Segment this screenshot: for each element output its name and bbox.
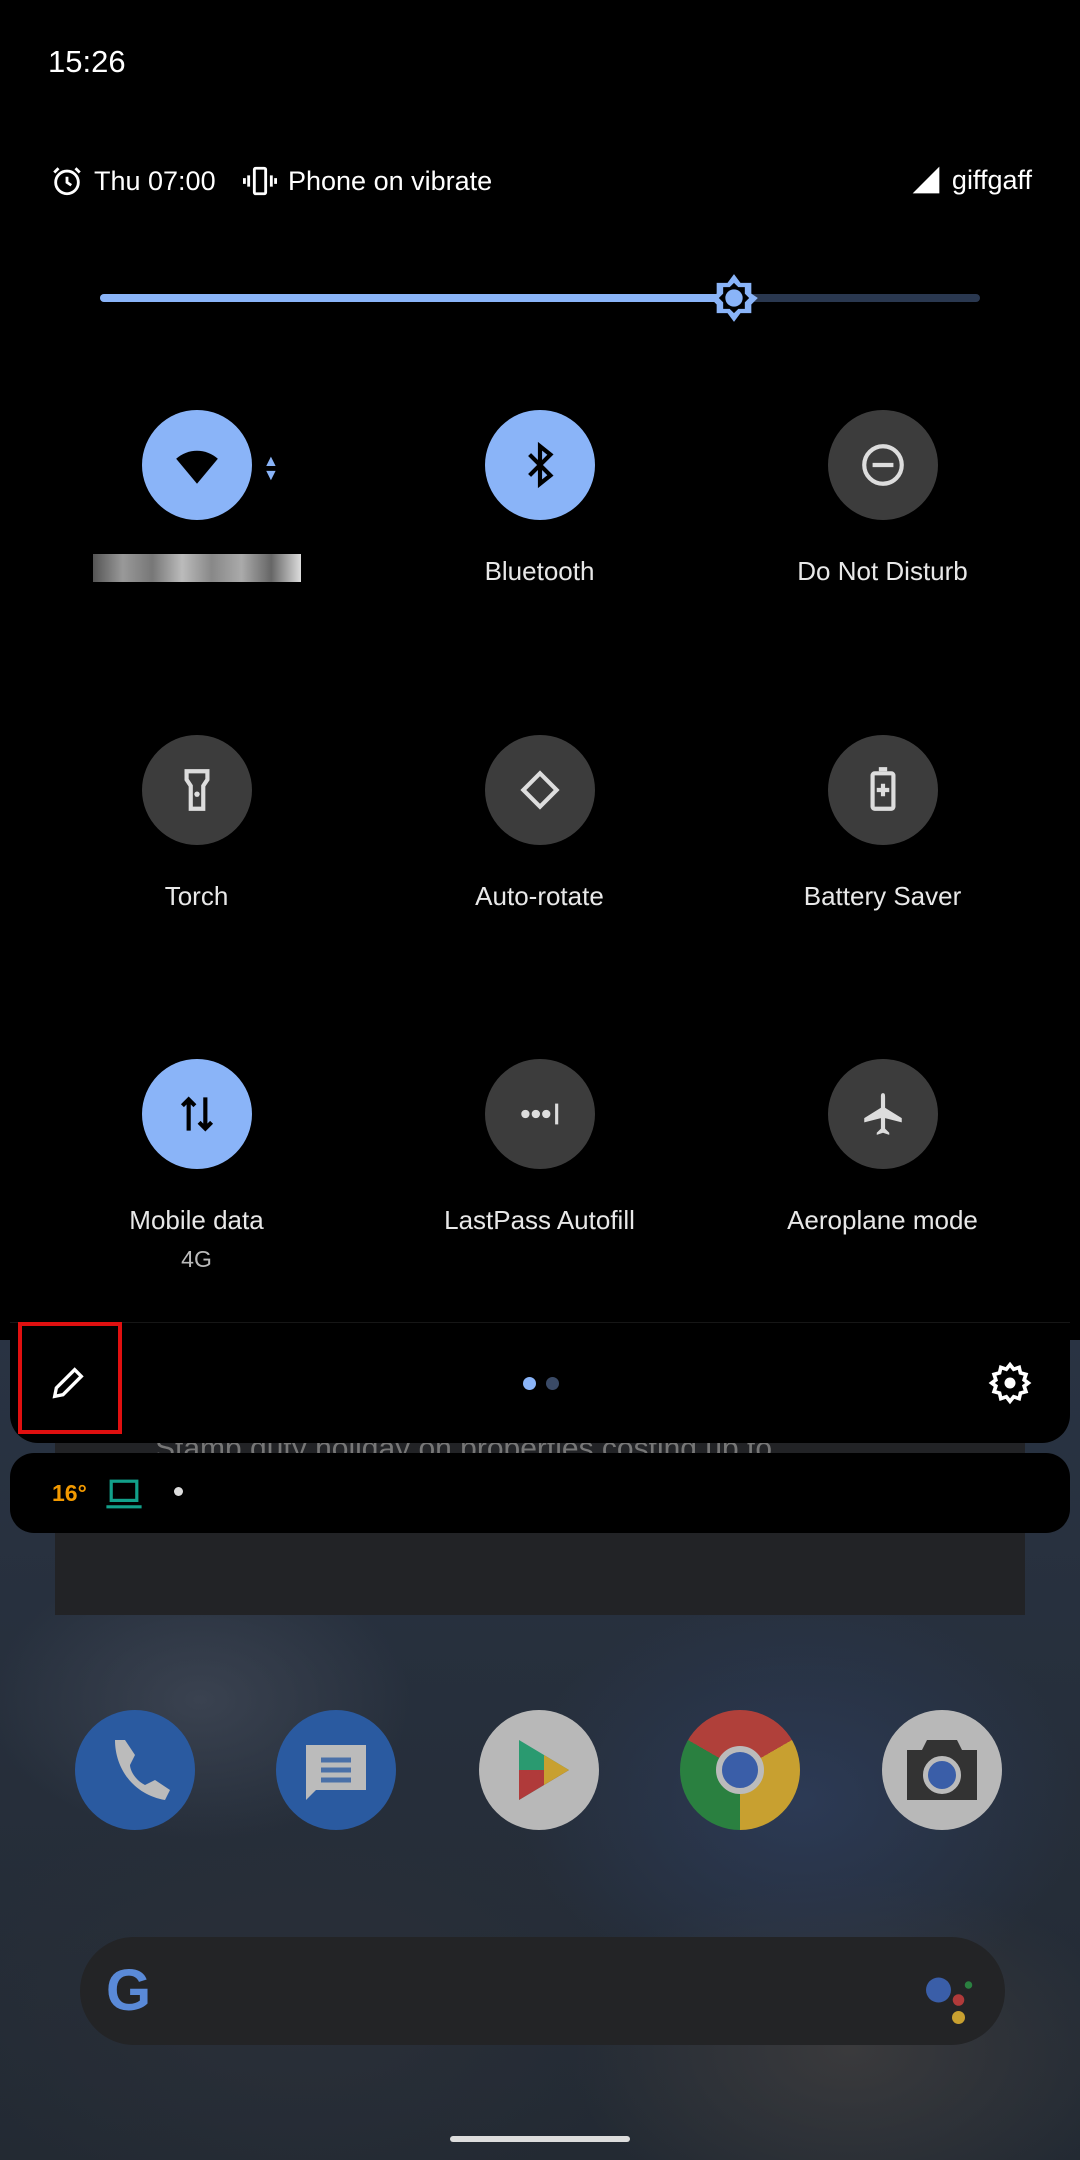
tile-wifi[interactable] [25,410,368,582]
brightness-fill [100,294,734,302]
tile-aeroplane-mode[interactable]: Aeroplane mode [711,1059,1054,1236]
tile-circle[interactable] [484,1059,595,1169]
alarm-icon [53,167,81,196]
dnd-icon [861,444,904,486]
wifi-activity-icon: ▲ ▼ [263,453,279,484]
notification-strip[interactable] [10,1453,1070,1533]
ringer-info[interactable]: Phone on vibrate [242,164,492,198]
laptop-icon [106,1479,142,1509]
vibrate-icon [243,166,277,196]
phone-icon [115,1740,170,1800]
tile-bluetooth[interactable]: Bluetooth [368,410,711,587]
assistant-icon[interactable] [921,1965,981,2025]
tile-label: Battery Saver [803,881,962,911]
tile-label: LastPass Autofill [444,1205,635,1235]
camera-icon [907,1740,977,1800]
lastpass-icon [520,1103,558,1125]
battery-icon [870,767,895,811]
alarm-info[interactable]: Thu 07:00 [50,164,216,198]
tile-battery-saver[interactable]: Battery Saver [711,735,1054,912]
tile-circle[interactable] [141,735,252,845]
edit-button-highlight[interactable] [18,1322,122,1434]
rotate-icon [519,770,560,810]
chrome-icon [716,1746,764,1794]
navigation-handle[interactable] [450,2136,630,2142]
google-logo-icon: G [106,1958,152,2023]
weather-temperature: 16° [52,1480,87,1506]
airplane-icon [863,1093,902,1135]
tile-label: Bluetooth [484,556,595,586]
mobile-data-icon [180,1096,213,1132]
tile-auto-rotate[interactable]: Auto-rotate [368,735,711,912]
page-indicator-1 [523,1377,536,1390]
dock-play-store[interactable] [479,1710,599,1830]
carrier-name: giffgaff [951,164,1032,195]
dock-phone[interactable] [75,1710,195,1830]
tile-mobile-data[interactable]: Mobile data 4G [25,1059,368,1273]
alarm-time: Thu 07:00 [94,165,216,196]
google-search-bar[interactable]: G [80,1937,1005,2045]
tile-circle[interactable] [827,1059,938,1169]
tile-circle[interactable] [484,410,595,520]
footer-divider [10,1322,1070,1323]
tile-do-not-disturb[interactable]: Do Not Disturb [711,410,1054,587]
gear-icon[interactable] [988,1361,1032,1405]
tile-label: Aeroplane mode [787,1205,978,1235]
wifi-network-name-redacted [92,554,301,582]
tile-label: Auto-rotate [475,881,604,911]
tile-circle[interactable] [827,410,938,520]
tile-label: Mobile data [129,1205,264,1235]
clock: 15:26 [48,44,126,79]
dock-messages[interactable] [276,1710,396,1830]
wifi-icon [175,450,218,484]
tile-sublabel: 4G [181,1246,212,1272]
dock-camera[interactable] [882,1710,1002,1830]
brightness-icon[interactable] [708,272,760,324]
bluetooth-icon [527,441,554,489]
torch-icon [184,769,209,811]
ringer-mode: Phone on vibrate [288,165,493,196]
dock-chrome[interactable] [680,1710,800,1830]
tile-circle[interactable] [484,735,595,845]
carrier-info: giffgaff [910,164,1032,196]
messages-icon [306,1745,366,1800]
tile-circle[interactable] [141,1059,252,1169]
notification-dot [174,1487,183,1496]
play-store-icon [519,1740,569,1800]
tile-circle[interactable] [827,735,938,845]
signal-icon [912,166,940,194]
tile-label: Do Not Disturb [797,556,968,586]
tile-label: Torch [164,881,229,911]
tile-circle[interactable] [141,410,252,520]
tile-lastpass-autofill[interactable]: LastPass Autofill [368,1059,711,1236]
page-indicator-2 [546,1377,559,1390]
tile-torch[interactable]: Torch [25,735,368,912]
